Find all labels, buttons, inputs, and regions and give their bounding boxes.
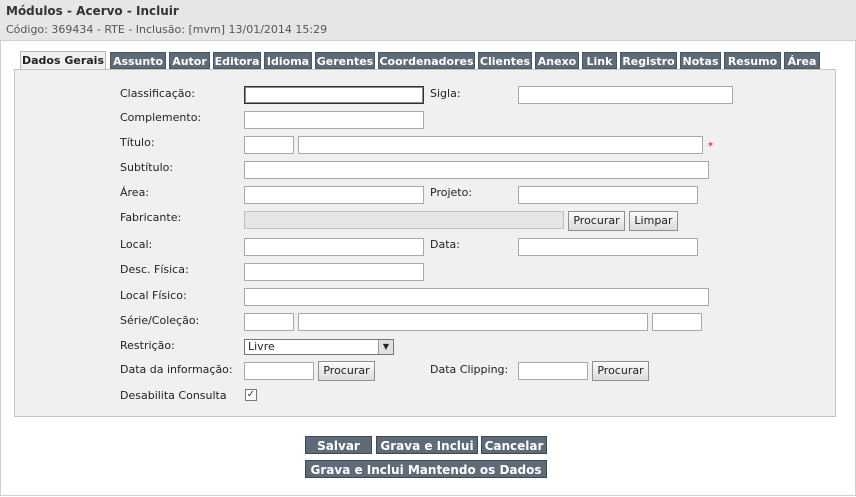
page-title: Módulos - Acervo - Incluir (6, 4, 179, 18)
titulo-input[interactable] (298, 136, 703, 154)
titulo-label: Título: (120, 136, 155, 149)
tab-dados-gerais[interactable]: Dados Gerais (20, 51, 106, 70)
data-informacao-label: Data da informação: (120, 363, 233, 376)
local-input[interactable] (244, 238, 424, 256)
fabricante-procurar-button[interactable]: Procurar (568, 211, 625, 231)
page-header: Módulos - Acervo - Incluir Código: 36943… (0, 0, 856, 41)
data-clipping-input[interactable] (518, 362, 588, 380)
fabricante-label: Fabricante: (120, 211, 182, 224)
grava-inclui-mantendo-button[interactable]: Grava e Inclui Mantendo os Dados (305, 460, 547, 478)
complemento-input[interactable] (244, 111, 424, 129)
salvar-button[interactable]: Salvar (305, 436, 372, 454)
complemento-label: Complemento: (120, 111, 202, 124)
data-informacao-procurar-button[interactable]: Procurar (318, 361, 375, 381)
tab-gerentes[interactable]: Gerentes (315, 52, 375, 69)
titulo-prefix-input[interactable] (244, 136, 294, 154)
serie-colecao-label: Série/Coleção: (120, 314, 200, 327)
serie-colecao-input[interactable] (298, 313, 648, 331)
data-informacao-input[interactable] (244, 362, 314, 380)
grava-inclui-button[interactable]: Grava e Inclui (376, 436, 478, 454)
data-clipping-procurar-button[interactable]: Procurar (592, 361, 649, 381)
tab-autor[interactable]: Autor (169, 52, 210, 69)
projeto-input[interactable] (518, 186, 698, 204)
tab-assunto[interactable]: Assunto (110, 52, 166, 69)
classificacao-input[interactable] (244, 86, 424, 104)
sigla-label: Sigla: (430, 87, 461, 100)
restricao-selected-value: Livre (248, 340, 275, 353)
local-label: Local: (120, 238, 153, 251)
chevron-down-icon[interactable]: ▼ (378, 340, 393, 354)
fabricante-input (244, 211, 564, 229)
tab-anexo[interactable]: Anexo (535, 52, 579, 69)
subtitulo-label: Subtítulo: (120, 161, 174, 174)
serie-number-input[interactable] (652, 313, 702, 331)
tab-resumo[interactable]: Resumo (724, 52, 781, 69)
data-input[interactable] (518, 238, 698, 256)
projeto-label: Projeto: (430, 186, 473, 199)
local-fisico-input[interactable] (244, 288, 709, 306)
tab-link[interactable]: Link (582, 52, 617, 69)
fabricante-limpar-button[interactable]: Limpar (629, 211, 678, 231)
tab-coordenadores[interactable]: Coordenadores (378, 52, 475, 69)
local-fisico-label: Local Físico: (120, 289, 187, 302)
area-input[interactable] (244, 186, 424, 204)
restricao-label: Restrição: (120, 339, 175, 352)
classificacao-label: Classificação: (120, 87, 195, 100)
data-clipping-label: Data Clipping: (430, 363, 509, 376)
area-label: Área: (120, 186, 150, 199)
tab-area[interactable]: Área (784, 52, 820, 69)
tab-editora[interactable]: Editora (213, 52, 261, 69)
desabilita-consulta-label: Desabilita Consulta (120, 389, 227, 402)
cancelar-button[interactable]: Cancelar (481, 436, 547, 454)
record-info: Código: 369434 - RTE - Inclusão: [mvm] 1… (6, 23, 328, 36)
tab-registro[interactable]: Registro (620, 52, 677, 69)
restricao-select[interactable]: Livre ▼ (244, 339, 394, 355)
tab-notas[interactable]: Notas (680, 52, 721, 69)
tab-idioma[interactable]: Idioma (264, 52, 312, 69)
desabilita-consulta-checkbox[interactable]: ✓ (245, 389, 257, 401)
desc-fisica-input[interactable] (244, 263, 424, 281)
desc-fisica-label: Desc. Física: (120, 263, 189, 276)
serie-prefix-input[interactable] (244, 313, 294, 331)
required-marker: * (708, 141, 713, 152)
subtitulo-input[interactable] (244, 161, 709, 179)
tab-clientes[interactable]: Clientes (478, 52, 532, 69)
sigla-input[interactable] (518, 86, 733, 104)
data-label: Data: (430, 238, 460, 251)
